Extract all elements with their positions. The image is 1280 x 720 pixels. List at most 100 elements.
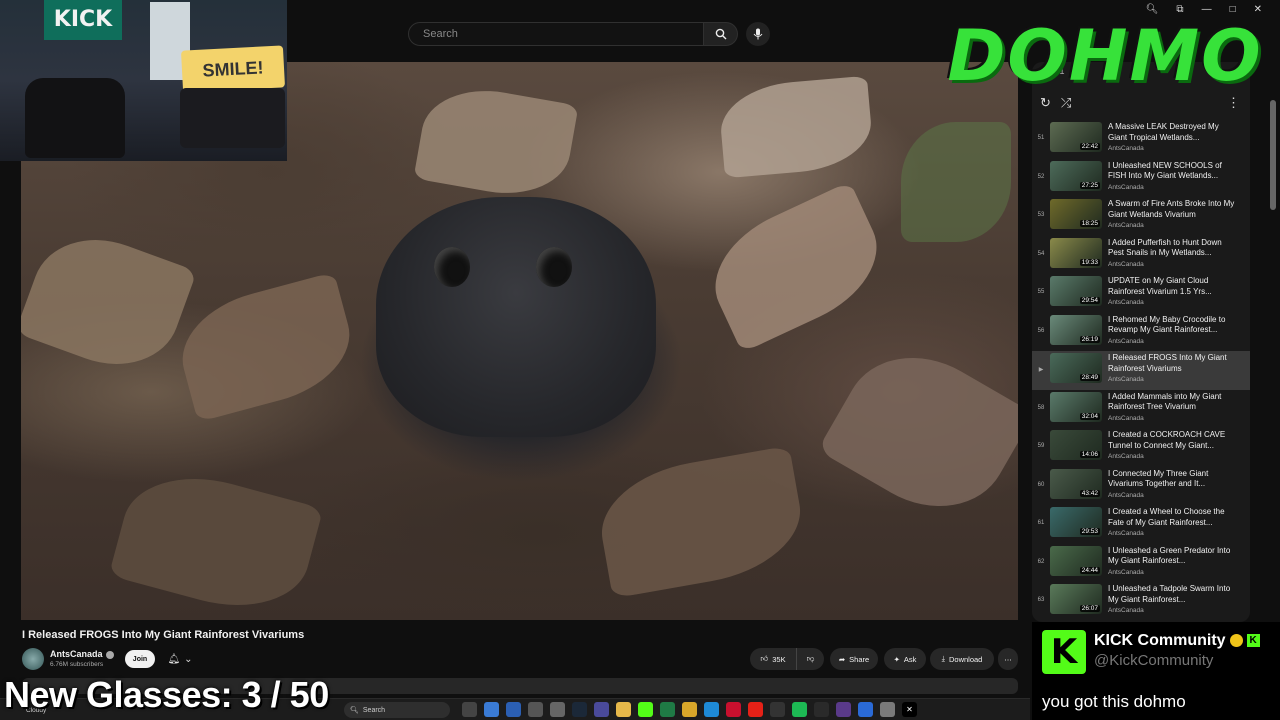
playlist-item[interactable]: 52 27:25 I Unleashed NEW SCHOOLS of FISH I… (1032, 159, 1250, 198)
playlist-video-title[interactable]: I Connected My Three Giant Vivariums Tog… (1108, 469, 1238, 490)
search-button[interactable] (704, 22, 738, 46)
subscriber-count: 6.76M subscribers (50, 661, 104, 668)
playlist-item[interactable]: ▶ 28:49 I Released FROGS Into My Giant Rai… (1032, 351, 1250, 390)
notification-button[interactable]: 🔔︎ ⌄ (162, 650, 198, 668)
playlist-video-title[interactable]: I Added Pufferfish to Hunt Down Pest Sna… (1108, 238, 1238, 259)
kick-app-icon[interactable] (638, 702, 653, 717)
playlist-video-title[interactable]: I Released FROGS Into My Giant Rainfores… (1108, 353, 1238, 374)
video-thumbnail[interactable]: 26:07 (1050, 584, 1102, 614)
terminal-icon[interactable] (814, 702, 829, 717)
glasses-label: New Glasses: (4, 674, 233, 715)
playlist-video-title[interactable]: A Massive LEAK Destroyed My Giant Tropic… (1108, 122, 1238, 143)
playlist-item[interactable]: 58 32:04 I Added Mammals into My Giant Rai… (1032, 390, 1250, 429)
playlist-item[interactable]: 55 29:54 UPDATE on My Giant Cloud Rainfore… (1032, 274, 1250, 313)
playlist-video-title[interactable]: I Rehomed My Baby Crocodile to Revamp My… (1108, 315, 1238, 336)
chat-app-icon[interactable] (484, 702, 499, 717)
playlist-item[interactable]: 56 26:19 I Rehomed My Baby Crocodile to Re… (1032, 313, 1250, 352)
join-button[interactable]: Join (125, 650, 155, 668)
search-icon (715, 28, 726, 40)
webcam-couch (180, 88, 285, 148)
playlist-video-title[interactable]: I Unleashed a Green Predator Into My Gia… (1108, 546, 1238, 567)
chrome-icon[interactable] (682, 702, 697, 717)
dislike-button[interactable]: 👎︎ (796, 648, 824, 670)
youtube-icon[interactable] (748, 702, 763, 717)
video-thumbnail[interactable]: 24:44 (1050, 545, 1102, 576)
playlist-video-title[interactable]: I Unleashed NEW SCHOOLS of FISH Into My … (1108, 161, 1238, 182)
download-button[interactable]: ⤓ Download (930, 648, 994, 670)
camera-icon[interactable] (528, 702, 543, 717)
video-thumbnail[interactable]: 29:54 (1050, 276, 1102, 306)
app-icon[interactable] (880, 702, 895, 717)
playlist-video-title[interactable]: I Created a COCKROACH CAVE Tunnel to Con… (1108, 430, 1238, 451)
video-thumbnail[interactable]: 19:33 (1050, 237, 1102, 268)
app-icon[interactable] (836, 702, 851, 717)
kick-badge-icon: K (1246, 634, 1260, 648)
leaf (413, 79, 579, 205)
video-thumbnail[interactable]: 18:25 (1050, 199, 1102, 229)
x-icon[interactable]: ✕ (902, 702, 917, 717)
obs-icon[interactable] (770, 702, 785, 717)
spotify-icon[interactable] (792, 702, 807, 717)
app-icon[interactable] (858, 702, 873, 717)
leaf (695, 181, 897, 353)
video-duration: 26:19 (1079, 335, 1100, 343)
scrollbar[interactable] (1270, 100, 1276, 210)
chat-username: KICK Community K (1094, 632, 1260, 650)
search-input[interactable]: Search (408, 22, 704, 46)
playlist-item[interactable]: 54 19:33 I Added Pufferfish to Hunt Down P… (1032, 236, 1250, 275)
playlist-video-title[interactable]: I Unleashed a Tadpole Swarm Into My Gian… (1108, 584, 1238, 605)
zoom-icon[interactable]: 🔍︎ (1146, 4, 1159, 15)
taskbar-search[interactable]: 🔍︎ Search (344, 702, 450, 718)
settings-icon[interactable] (550, 702, 565, 717)
leaf (817, 328, 1018, 536)
folder-icon[interactable] (616, 702, 631, 717)
playlist-item[interactable]: 53 18:25 A Swarm of Fire Ants Broke Into M… (1032, 197, 1250, 236)
task-view-icon[interactable] (462, 702, 477, 717)
video-thumbnail[interactable]: 27:25 (1050, 160, 1102, 191)
video-thumbnail[interactable]: 22:42 (1050, 122, 1102, 152)
playlist-item[interactable]: 51 22:42 A Massive LEAK Destroyed My Giant… (1032, 120, 1250, 159)
playlist-item[interactable]: 59 14:06 I Created a COCKROACH CAVE Tunnel… (1032, 428, 1250, 467)
playlist-index: 53 (1037, 212, 1045, 218)
playlist-index: 56 (1037, 327, 1045, 334)
playlist-channel: AntsCanada (1108, 453, 1144, 460)
excel-icon[interactable] (660, 702, 675, 717)
maximize-icon[interactable]: □ (1230, 4, 1236, 15)
voice-search-button[interactable] (746, 22, 770, 46)
playlist-video-title[interactable]: I Created a Wheel to Choose the Fate of … (1108, 507, 1238, 528)
video-duration: 22:42 (1079, 143, 1100, 150)
playlist-item[interactable]: 63 26:07 I Unleashed a Tadpole Swarm Into … (1032, 582, 1250, 621)
video-duration: 43:42 (1079, 489, 1100, 497)
like-button[interactable]: 👍︎ 35K (750, 648, 796, 670)
share-button[interactable]: ➦ Share (830, 648, 878, 670)
ask-button[interactable]: ✦ Ask (884, 648, 926, 670)
download-icon: ⤓ (941, 654, 945, 663)
video-thumbnail[interactable]: 32:04 (1050, 391, 1102, 422)
playlist-item[interactable]: 62 24:44 I Unleashed a Green Predator Into… (1032, 544, 1250, 583)
opera-icon[interactable] (726, 702, 741, 717)
playlist-video-title[interactable]: A Swarm of Fire Ants Broke Into My Giant… (1108, 199, 1238, 220)
playlist-item[interactable]: 61 29:53 I Created a Wheel to Choose the F… (1032, 505, 1250, 544)
store-icon[interactable] (506, 702, 521, 717)
playlist-item[interactable]: 60 43:42 I Connected My Three Giant Vivari… (1032, 467, 1250, 506)
frog (376, 197, 656, 437)
video-thumbnail[interactable]: 43:42 (1050, 468, 1102, 499)
video-thumbnail[interactable]: 29:53 (1050, 507, 1102, 537)
new-glasses-counter: New Glasses: 3 / 50 (4, 674, 329, 716)
playlist-video-title[interactable]: I Added Mammals into My Giant Rainforest… (1108, 392, 1238, 413)
channel-avatar[interactable] (22, 648, 44, 670)
frog-eye (536, 247, 572, 287)
channel-name[interactable]: AntsCanada (50, 649, 114, 659)
close-icon[interactable]: ✕ (1254, 4, 1262, 15)
playlist-video-title[interactable]: UPDATE on My Giant Cloud Rainforest Viva… (1108, 276, 1238, 297)
extensions-icon[interactable]: ⧉ (1176, 4, 1183, 15)
minimize-icon[interactable]: — (1202, 4, 1212, 15)
more-actions-button[interactable]: ⋯ (998, 648, 1018, 670)
video-thumbnail[interactable]: 28:49 (1050, 353, 1102, 383)
playlist-index: 51 (1037, 135, 1045, 141)
video-thumbnail[interactable]: 14:06 (1050, 430, 1102, 460)
edge-icon[interactable] (704, 702, 719, 717)
steam-icon[interactable] (572, 702, 587, 717)
app-icon[interactable] (594, 702, 609, 717)
video-thumbnail[interactable]: 26:19 (1050, 314, 1102, 345)
